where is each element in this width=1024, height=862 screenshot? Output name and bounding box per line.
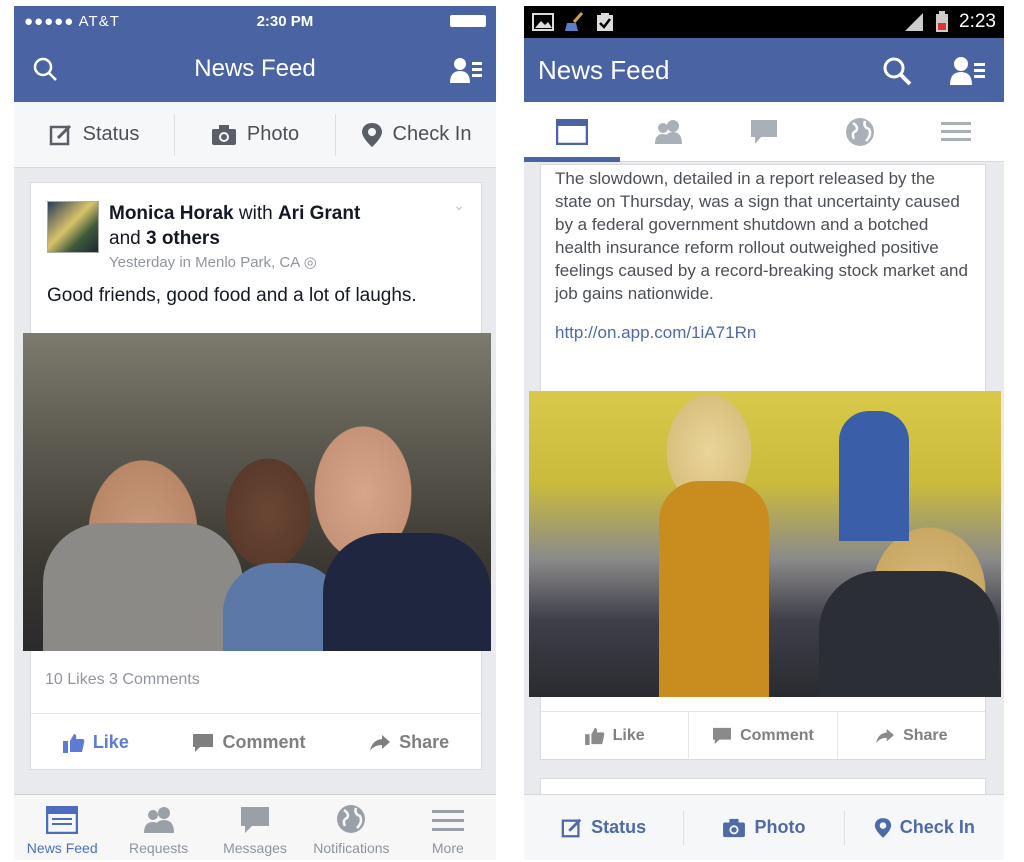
comment-icon: [712, 727, 732, 745]
messages-icon: [750, 119, 778, 145]
post-text: The slowdown, detailed in a report relea…: [555, 169, 968, 303]
share-arrow-icon: [369, 734, 391, 752]
tab-news-feed[interactable]: [524, 102, 620, 161]
camera-icon: [211, 124, 237, 146]
edit-icon: [561, 817, 583, 839]
menu-icon: [941, 121, 971, 143]
author-name[interactable]: Monica Horak: [109, 203, 234, 224]
comment-icon: [192, 733, 214, 753]
news-feed-icon: [46, 806, 79, 834]
edit-icon: [49, 123, 73, 147]
status-label: Status: [82, 123, 140, 145]
broom-notification-icon: [564, 12, 586, 32]
share-button[interactable]: Share: [369, 732, 449, 753]
check-in-button[interactable]: Check In: [845, 811, 1004, 845]
signal-icon: [903, 12, 925, 32]
ios-status-bar: ●●●●● AT&T 2:30 PM: [14, 6, 496, 36]
post-link[interactable]: http://on.app.com/1iA71Rn: [541, 305, 985, 343]
photo-button[interactable]: Photo: [175, 113, 336, 156]
android-status-bar: 2:23: [524, 6, 1004, 38]
tab-requests[interactable]: Requests: [110, 795, 206, 860]
post-actions: Like Comment Share: [541, 711, 985, 759]
friends-list-icon[interactable]: [450, 56, 482, 84]
search-icon[interactable]: [882, 56, 912, 86]
thumbs-up-icon: [584, 727, 605, 745]
android-screen: 2:23 News Feed The slowdown, detailed in…: [524, 6, 1004, 860]
battery-icon: [449, 15, 486, 27]
tab-messages[interactable]: [716, 102, 812, 161]
tagged-others[interactable]: 3 others: [146, 228, 220, 249]
battery-icon: [935, 11, 949, 33]
carrier-label: ●●●●● AT&T: [24, 12, 120, 30]
check-in-label: Check In: [392, 123, 472, 145]
camera-icon: [722, 818, 746, 838]
tab-more[interactable]: More: [400, 795, 496, 860]
tab-messages[interactable]: Messages: [207, 795, 303, 860]
page-title: News Feed: [538, 54, 670, 85]
app-header: News Feed: [524, 38, 1004, 102]
chevron-down-icon[interactable]: ⌄: [453, 197, 465, 214]
image-notification-icon: [532, 13, 554, 31]
like-button[interactable]: Like: [541, 712, 690, 759]
share-button[interactable]: Share: [838, 712, 985, 759]
requests-icon: [652, 119, 684, 145]
post-author-line: Monica Horak with Ari Grant and 3 others: [109, 203, 361, 249]
status-button[interactable]: Status: [14, 113, 175, 156]
tab-requests[interactable]: [620, 102, 716, 161]
check-in-button[interactable]: Check In: [336, 114, 496, 156]
avatar[interactable]: [47, 201, 99, 253]
post-stats[interactable]: 10 Likes 3 Comments: [45, 671, 200, 689]
page-title: News Feed: [194, 55, 316, 82]
active-tab-indicator: [524, 157, 620, 162]
status-button[interactable]: Status: [524, 810, 685, 845]
tab-notifications[interactable]: Notifications: [303, 795, 399, 860]
post-card: The slowdown, detailed in a report relea…: [529, 164, 1001, 760]
post-card: ⌄ Monica Horak with Ari Grant and 3 othe…: [23, 182, 491, 771]
ios-screen: ●●●●● AT&T 2:30 PM News Feed Status Phot…: [14, 6, 496, 860]
comment-button[interactable]: Comment: [192, 732, 306, 753]
clipboard-check-icon: [596, 12, 614, 32]
location-pin-icon: [874, 817, 892, 839]
photo-button[interactable]: Photo: [684, 810, 845, 845]
share-arrow-icon: [875, 728, 895, 744]
friends-list-icon[interactable]: [950, 56, 986, 86]
tagged-friend[interactable]: Ari Grant: [278, 203, 360, 224]
menu-icon: [431, 808, 464, 834]
composer-bar: Status Photo Check In: [14, 102, 496, 168]
clock: 2:23: [959, 11, 996, 32]
thumbs-up-icon: [62, 733, 85, 753]
comment-button[interactable]: Comment: [689, 712, 838, 759]
bottom-tab-bar: News Feed Requests Messages Notification…: [14, 794, 496, 860]
search-icon[interactable]: [32, 56, 58, 82]
composer-bar: Status Photo Check In: [524, 794, 1004, 860]
news-feed-icon: [556, 118, 588, 145]
post-photo[interactable]: [23, 333, 491, 651]
top-tab-bar: [524, 102, 1004, 162]
clock: 2:30 PM: [256, 12, 314, 30]
globe-icon: [845, 117, 875, 147]
globe-icon: [336, 804, 366, 834]
post-actions: Like Comment Share: [31, 713, 481, 771]
tab-news-feed[interactable]: News Feed: [14, 795, 110, 860]
like-button[interactable]: Like: [62, 732, 129, 753]
photo-label: Photo: [246, 123, 300, 145]
tab-notifications[interactable]: [812, 102, 908, 161]
requests-icon: [141, 806, 177, 834]
tab-more[interactable]: [908, 102, 1004, 161]
post-meta: Yesterday in Menlo Park, CA ◎: [109, 254, 317, 271]
globe-icon: ◎: [303, 254, 317, 271]
post-photo[interactable]: [529, 391, 1001, 697]
post-text: Good friends, good food and a lot of lau…: [47, 285, 417, 306]
location-pin-icon: [361, 122, 383, 148]
app-header: News Feed: [14, 36, 496, 102]
messages-icon: [240, 806, 270, 834]
